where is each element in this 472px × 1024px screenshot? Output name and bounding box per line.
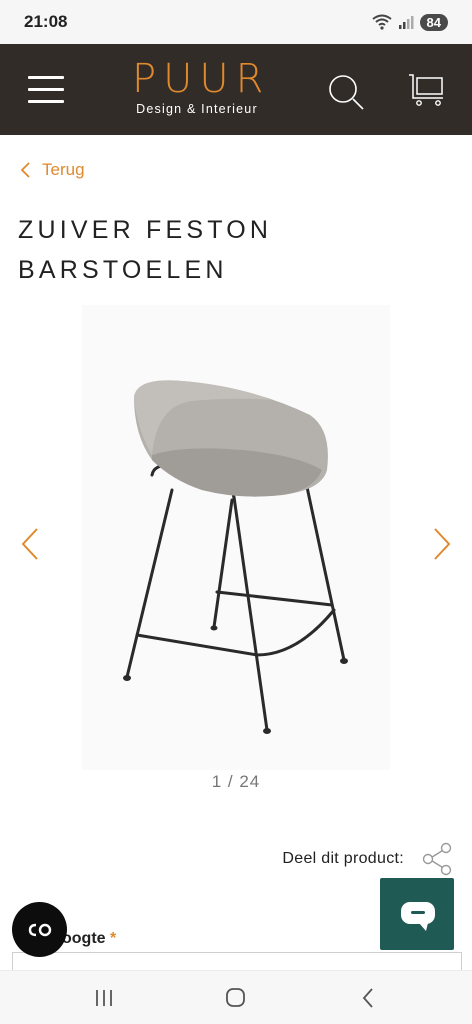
co-floating-button[interactable]: [12, 902, 67, 957]
height-option-text: oogte: [62, 930, 106, 947]
search-button[interactable]: [326, 72, 366, 112]
height-option-label: oogte *: [62, 930, 116, 948]
back-link[interactable]: Terug: [20, 160, 85, 180]
gallery-counter: 1 / 24: [211, 772, 261, 791]
product-title: ZUIVER FESTON BARSTOELEN: [18, 210, 458, 290]
cart-button[interactable]: [408, 72, 446, 108]
share-label: Deel dit product:: [282, 850, 404, 867]
back-icon: [362, 988, 373, 1008]
chevron-left-icon: [21, 528, 38, 560]
site-logo[interactable]: PUUR Design & Interieur: [126, 58, 268, 116]
bar-stool-illustration: [123, 380, 348, 734]
logo-tagline: Design & Interieur: [136, 102, 258, 116]
product-title-line1: ZUIVER FESTON: [18, 216, 273, 244]
chevron-right-icon: [434, 528, 451, 560]
chat-bubble-line: [411, 911, 425, 914]
cart-icon: [409, 74, 443, 106]
product-image[interactable]: [82, 305, 390, 770]
chat-button[interactable]: [380, 878, 454, 950]
recent-apps-button[interactable]: [90, 985, 120, 1011]
required-mark: *: [110, 930, 117, 947]
chevron-left-icon: [20, 162, 30, 178]
battery-badge: 84: [419, 13, 448, 31]
gallery-prev-button[interactable]: [20, 527, 40, 561]
product-title-line2: BARSTOELEN: [18, 256, 228, 284]
signal-icon: [398, 14, 414, 30]
search-icon: [329, 75, 364, 110]
menu-icon-line: [28, 88, 64, 91]
system-nav-bar: [0, 970, 472, 1024]
gallery-next-button[interactable]: [432, 527, 452, 561]
product-gallery: [0, 305, 472, 770]
share-row: Deel dit product:: [282, 842, 454, 876]
chat-bubble-icon: [401, 902, 435, 931]
back-link-label: Terug: [42, 160, 85, 179]
recent-apps-icon: [96, 990, 112, 1006]
status-time: 21:08: [24, 12, 68, 31]
home-button[interactable]: [221, 985, 251, 1011]
site-header: PUUR Design & Interieur: [0, 44, 472, 135]
share-icon[interactable]: [420, 842, 454, 876]
wifi-icon: [371, 14, 392, 30]
home-icon: [226, 988, 245, 1007]
co-logo-icon: [28, 923, 51, 936]
menu-icon-line: [28, 76, 64, 79]
status-icons: 84: [371, 13, 448, 31]
status-bar: 21:08 84: [0, 0, 472, 44]
menu-icon-line: [28, 100, 64, 103]
back-button[interactable]: [356, 985, 386, 1011]
menu-button[interactable]: [28, 74, 66, 104]
logo-main-text: PUUR: [132, 56, 271, 102]
